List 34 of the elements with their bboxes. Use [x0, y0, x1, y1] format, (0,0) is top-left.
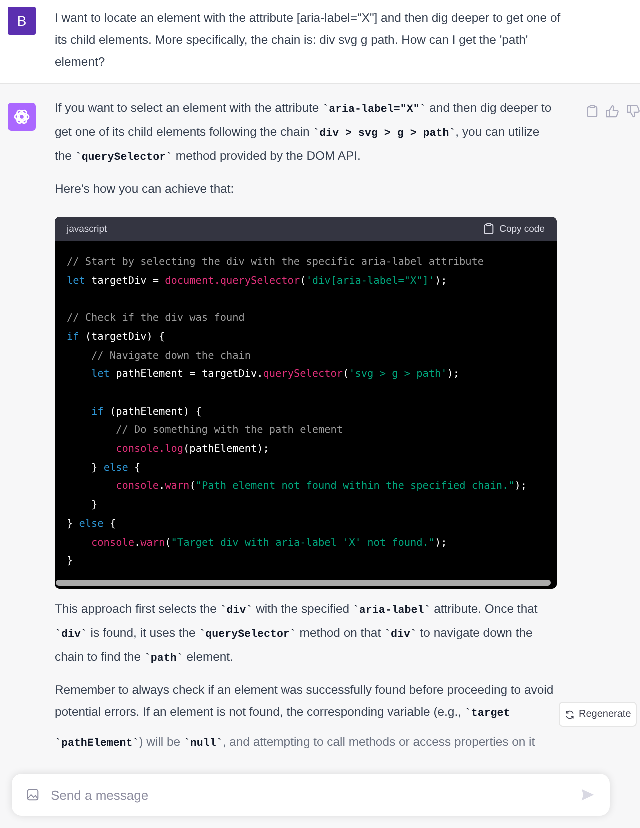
regenerate-button[interactable]: Regenerate — [559, 702, 638, 727]
code-line: } — [67, 555, 74, 570]
code-line: console.log(pathElement); — [115, 443, 270, 457]
code-line: console.warn("Target div with aria-label 'X' not found."); — [90, 536, 448, 551]
code-line: } — [90, 499, 99, 514]
copy-code-button[interactable]: Copy code — [484, 223, 545, 235]
code-line: // Start by selecting the div with the specific aria-label attribute — [67, 256, 486, 270]
user-avatar: B — [8, 7, 36, 35]
user-message: I want to locate an element with the attribute [aria-label="X"] and then dig deeper to get one of its child elements. More specifically, the chain is: div svg g path. How can I get the 'path' element? — [55, 10, 562, 71]
code-line: } else { — [67, 518, 118, 532]
code-line: let targetDiv = document.querySelector('div[aria-label="X"]'); — [67, 274, 448, 289]
scrollbar-thumb[interactable] — [56, 580, 551, 586]
answer-paragraph: Here's how you can achieve that: — [55, 181, 236, 198]
answer-paragraph: Remember to always check if an element was successfully found before proceeding to avoid potential errors. If an element is not found, the corresponding variable (e.g., `target — [55, 682, 555, 722]
refresh-icon — [565, 710, 575, 720]
send-icon[interactable] — [581, 788, 595, 802]
code-line: // Navigate down the chain — [90, 350, 252, 364]
image-icon[interactable] — [27, 789, 39, 801]
code-line: if (targetDiv) { — [67, 330, 166, 345]
clipboard-icon — [484, 223, 494, 235]
assistant-logo-icon — [8, 103, 36, 131]
clipboard-icon[interactable] — [587, 105, 598, 118]
message-input[interactable]: Send a message — [49, 786, 571, 804]
code-line: console.warn("Path element not found within the specified chain."); — [115, 480, 528, 494]
code-line: // Do something with the path element — [115, 424, 344, 438]
answer-paragraph: This approach first selects the `div` with the specified `aria-label` attribute. Once that `div` is found, it uses the `querySelector` method on that `div` to navigate down the chain to find the `path` element. — [55, 600, 539, 667]
code-line: } else { — [90, 462, 142, 476]
code-language-label: javascript — [67, 224, 108, 234]
thumbs-up-icon[interactable] — [606, 105, 619, 118]
code-line: if (pathElement) { — [90, 406, 203, 420]
code-line: // Check if the div was found — [67, 312, 246, 326]
message-field[interactable]: Send a message — [12, 774, 610, 816]
code-line: let pathElement = targetDiv.querySelector('svg > g > path'); — [90, 368, 461, 382]
thumbs-down-icon[interactable] — [627, 105, 640, 118]
